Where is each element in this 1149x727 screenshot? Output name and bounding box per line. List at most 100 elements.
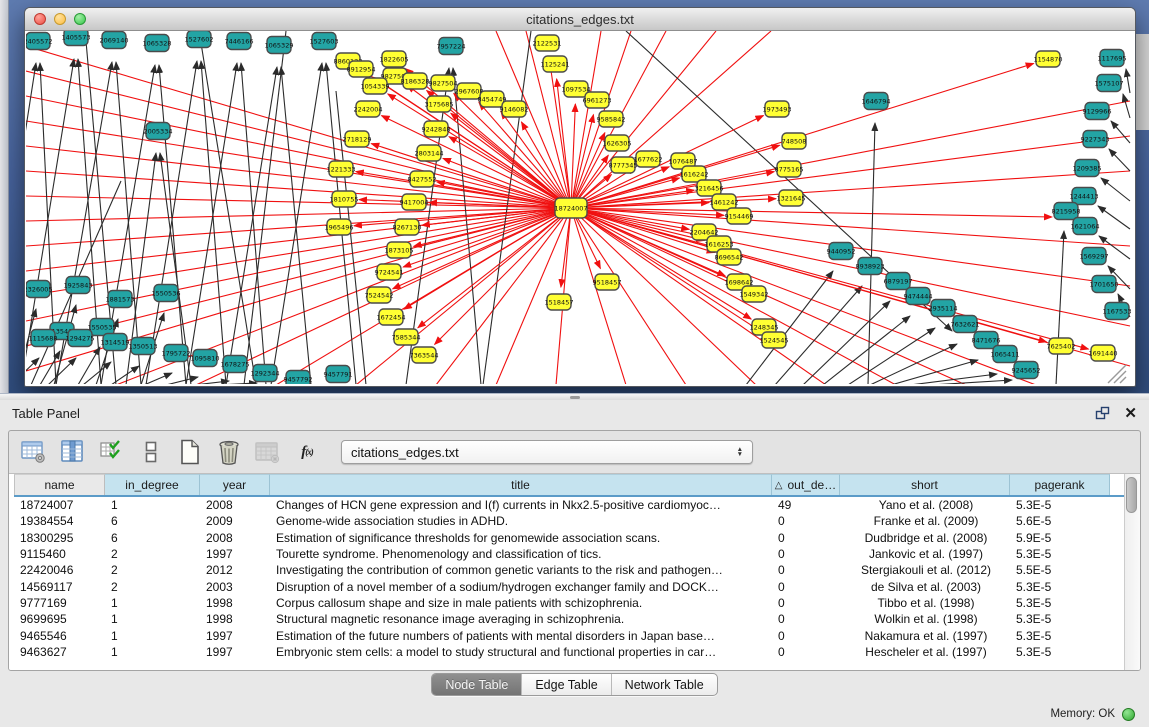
graph-node[interactable]: 6961273 xyxy=(583,92,612,108)
table-row[interactable]: 946362711997Embryonic stem cells: a mode… xyxy=(14,644,1140,660)
select-columns-icon[interactable] xyxy=(97,437,127,467)
graph-node[interactable]: 9518457 xyxy=(593,274,622,290)
graph-node[interactable]: 7363544 xyxy=(410,347,439,363)
graph-node[interactable]: 1292344 xyxy=(251,365,280,382)
graph-node[interactable]: 18724007 xyxy=(554,198,587,218)
graph-node[interactable]: 8215958 xyxy=(1052,203,1081,220)
graph-node[interactable]: 1795722 xyxy=(162,345,191,362)
float-panel-icon[interactable] xyxy=(1092,404,1112,422)
table-row[interactable]: 2242004622012Investigating the contribut… xyxy=(14,562,1140,578)
graph-node[interactable]: 8186328 xyxy=(401,73,430,89)
graph-node[interactable]: 2718129 xyxy=(343,131,372,147)
graph-node[interactable]: 7957224 xyxy=(437,38,466,55)
graph-node[interactable]: 1054339 xyxy=(361,78,390,94)
graph-node[interactable]: 7585344 xyxy=(392,329,421,345)
new-document-icon[interactable] xyxy=(175,437,205,467)
graph-node[interactable]: 1881573 xyxy=(106,291,135,308)
graph-node[interactable]: 1646794 xyxy=(862,93,891,110)
graph-node[interactable]: 1677622 xyxy=(634,151,663,167)
graph-node[interactable]: 2803144 xyxy=(415,145,444,161)
graph-node[interactable]: 6879197 xyxy=(884,273,913,290)
graph-node[interactable]: 1518457 xyxy=(545,294,574,310)
table-row[interactable]: 1830029562008Estimation of significance … xyxy=(14,530,1140,546)
window-titlebar[interactable]: citations_edges.txt xyxy=(25,8,1135,31)
graph-node[interactable]: 1873105 xyxy=(385,242,414,258)
graph-node[interactable]: 9242848 xyxy=(422,121,451,137)
graph-node[interactable]: 2967608 xyxy=(455,83,484,99)
minimize-window-button[interactable] xyxy=(54,13,66,25)
graph-node[interactable]: 2005334 xyxy=(144,123,173,140)
graph-node[interactable]: 2405572 xyxy=(26,33,52,50)
graph-node[interactable]: 8696542 xyxy=(715,249,744,265)
column-header-out_de[interactable]: △out_de… xyxy=(772,474,840,495)
graph-node[interactable]: 1822605 xyxy=(380,51,409,67)
trash-icon[interactable] xyxy=(214,437,244,467)
graph-node[interactable]: 1550536 xyxy=(152,285,181,302)
graph-node[interactable]: 7625402 xyxy=(1047,338,1076,354)
graph-node[interactable]: 1115688 xyxy=(29,330,58,347)
graph-node[interactable]: 1154870 xyxy=(1034,51,1063,67)
graph-node[interactable]: 1524545 xyxy=(760,332,789,348)
graph-node[interactable]: 7524542 xyxy=(365,287,394,303)
graph-node[interactable]: 9227343 xyxy=(1081,131,1110,148)
graph-node[interactable]: 7632621 xyxy=(951,316,980,333)
graph-node[interactable]: 2326005 xyxy=(26,281,52,298)
scrollbar-thumb[interactable] xyxy=(1126,477,1137,513)
graph-node[interactable]: 1314519 xyxy=(101,334,130,351)
table-select-dropdown[interactable]: citations_edges.txt ▲▼ xyxy=(341,440,753,464)
graph-node[interactable]: 1810755 xyxy=(330,191,359,207)
graph-node[interactable]: 8427552 xyxy=(408,171,437,187)
column-header-in_degree[interactable]: in_degree xyxy=(105,474,200,495)
graph-node[interactable]: 9474444 xyxy=(904,288,933,305)
graph-node[interactable]: 8912954 xyxy=(347,61,376,77)
zoom-window-button[interactable] xyxy=(74,13,86,25)
table-row[interactable]: 977716911998Corpus callosum shape and si… xyxy=(14,595,1140,611)
graph-node[interactable]: 1575107 xyxy=(1095,75,1124,92)
graph-node[interactable]: 9457792 xyxy=(284,371,313,385)
graph-node[interactable]: 2069140 xyxy=(100,32,129,49)
row-boxes-icon[interactable] xyxy=(136,437,166,467)
graph-node[interactable]: 9585842 xyxy=(597,111,626,127)
graph-node[interactable]: 1672454 xyxy=(377,309,406,325)
column-header-name[interactable]: name xyxy=(14,474,105,495)
graph-node[interactable]: 1691440 xyxy=(1089,345,1118,361)
graph-node[interactable]: 1350513 xyxy=(129,338,158,355)
close-window-button[interactable] xyxy=(34,13,46,25)
graph-node[interactable]: 1065411 xyxy=(991,346,1020,363)
graph-node[interactable]: 9440952 xyxy=(827,243,856,260)
graph-node[interactable]: 1925843 xyxy=(64,277,93,294)
graph-node[interactable]: 9457791 xyxy=(324,366,353,383)
graph-node[interactable]: 748508 xyxy=(782,133,807,149)
table-row[interactable]: 969969511998Structural magnetic resonanc… xyxy=(14,611,1140,627)
graph-node[interactable]: 1569297 xyxy=(1080,248,1109,265)
graph-node[interactable]: 9154469 xyxy=(725,208,754,224)
table-row[interactable]: 1938455462009Genome-wide association stu… xyxy=(14,513,1140,529)
column-header-short[interactable]: short xyxy=(840,474,1010,495)
graph-node[interactable]: 9129966 xyxy=(1083,103,1112,120)
graph-node[interactable]: 1125241 xyxy=(541,56,570,72)
function-builder-icon[interactable]: f(x) xyxy=(292,437,322,467)
table-row[interactable]: 1872400712008Changes of HCN gene express… xyxy=(14,497,1140,513)
graph-node[interactable]: 8938923 xyxy=(856,258,885,275)
network-canvas[interactable]: 8860123891295418226059827509818632898275… xyxy=(26,31,1132,384)
graph-node[interactable]: 1065329 xyxy=(265,37,294,54)
graph-node[interactable]: 1973493 xyxy=(763,101,792,117)
graph-node[interactable]: 2242004 xyxy=(354,101,383,117)
graph-node[interactable]: 1209385 xyxy=(1073,160,1102,177)
graph-node[interactable]: 2122531 xyxy=(533,35,562,51)
graph-node[interactable]: 1549342 xyxy=(740,286,769,302)
tab-network-table[interactable]: Network Table xyxy=(611,674,717,695)
graph-node[interactable]: 1167533 xyxy=(1103,303,1132,320)
close-panel-icon[interactable]: ✕ xyxy=(1124,406,1137,421)
table-row[interactable]: 946554611997Estimation of the future num… xyxy=(14,627,1140,643)
graph-node[interactable]: 1678275 xyxy=(221,356,250,373)
graph-node[interactable]: 1965496 xyxy=(325,219,354,235)
graph-node[interactable]: 1527602 xyxy=(185,31,214,48)
tab-node-table[interactable]: Node Table xyxy=(432,674,521,695)
tab-edge-table[interactable]: Edge Table xyxy=(521,674,610,695)
graph-node[interactable]: 9827504 xyxy=(429,75,458,91)
graph-node[interactable]: 8775165 xyxy=(775,161,804,177)
graph-node[interactable]: 1621064 xyxy=(1071,218,1100,235)
graph-node[interactable]: 1626305 xyxy=(603,135,632,151)
graph-node[interactable]: 9417004 xyxy=(400,194,429,210)
